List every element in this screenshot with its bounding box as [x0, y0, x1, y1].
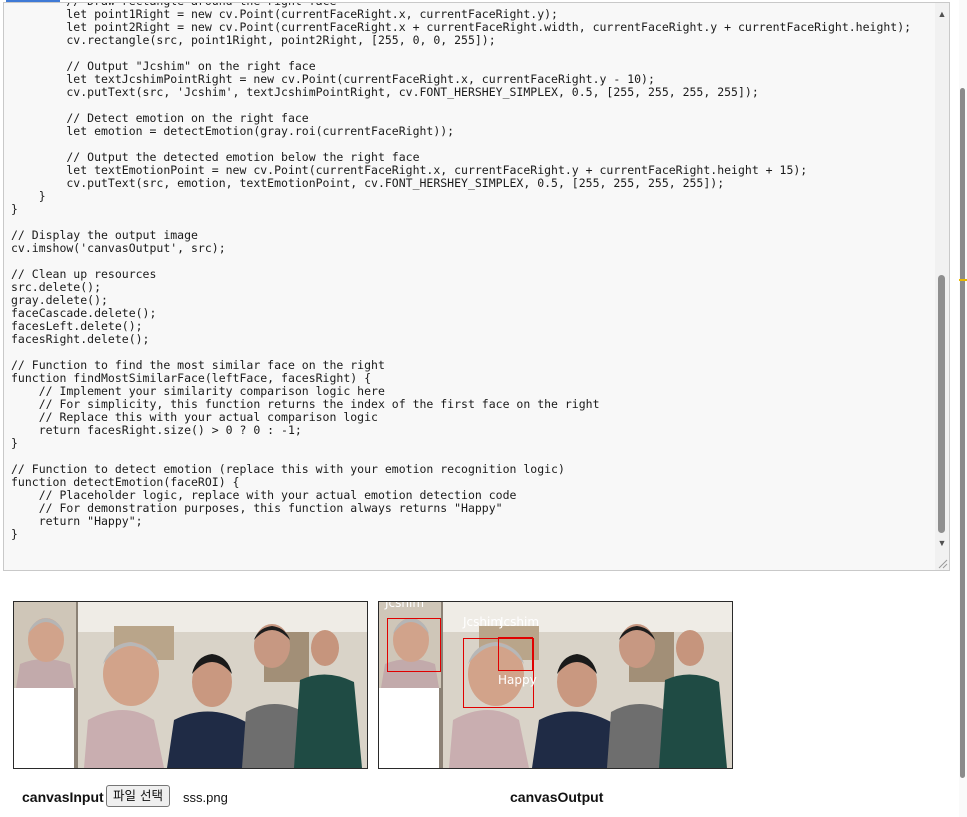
label-jcshim-right-1: Jcshim [463, 615, 503, 629]
scroll-up-icon[interactable]: ▲ [935, 7, 949, 21]
code-editor[interactable]: // Draw rectangle around the right face … [3, 2, 950, 571]
canvas-output: Jcshim Jcshim Jcshim Happy [378, 601, 733, 769]
label-jcshim-right-2: Jcshim [500, 615, 540, 629]
scroll-down-icon[interactable]: ▼ [935, 536, 949, 550]
editor-scrollbar[interactable]: ▲ ▼ [935, 3, 949, 570]
label-jcshim-left: Jcshim [385, 601, 425, 610]
file-name: sss.png [183, 790, 228, 805]
page-scrollbar[interactable] [959, 0, 967, 817]
canvas-input-caption: canvasInput [22, 789, 104, 805]
page-scroll-thumb[interactable] [960, 88, 965, 778]
face-rect-right-small [498, 637, 533, 671]
scroll-marker [959, 279, 967, 281]
code-viewport[interactable]: // Draw rectangle around the right face … [4, 3, 935, 570]
resize-grip-icon[interactable] [938, 559, 948, 569]
canvas-output-caption: canvasOutput [510, 789, 604, 805]
canvas-input [13, 601, 368, 769]
file-select-button[interactable]: 파일 선택 [106, 785, 170, 807]
input-photo [14, 602, 367, 768]
editor-scroll-thumb[interactable] [938, 275, 945, 533]
label-emotion: Happy [498, 673, 537, 687]
code-text[interactable]: // Draw rectangle around the right face … [11, 3, 911, 541]
face-rect-left [387, 618, 441, 672]
